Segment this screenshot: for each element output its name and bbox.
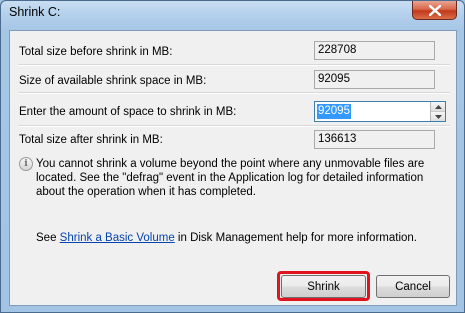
- info-icon: i: [19, 157, 33, 171]
- shrink-amount-input[interactable]: 92095: [317, 104, 351, 119]
- spin-up-button[interactable]: [431, 102, 445, 112]
- help-suffix: in Disk Management help for more informa…: [174, 232, 417, 244]
- shrink-amount-label: Enter the amount of space to shrink in M…: [19, 106, 237, 118]
- spin-down-button[interactable]: [431, 112, 445, 121]
- window-title: Shrink C:: [9, 5, 61, 19]
- cancel-button[interactable]: Cancel: [376, 275, 450, 298]
- dialog-client-area: Total size before shrink in MB: 228708 S…: [9, 30, 457, 306]
- shrink-amount-spinner[interactable]: 92095: [314, 101, 446, 122]
- available-shrink-value: 92095: [314, 70, 435, 89]
- info-message: You cannot shrink a volume beyond the po…: [36, 158, 425, 198]
- total-after-value: 136613: [314, 130, 435, 149]
- spinner-buttons: [430, 102, 445, 121]
- total-size-value: 228708: [314, 41, 435, 60]
- total-after-label: Total size after shrink in MB:: [19, 134, 163, 146]
- dialog-window: Shrink C: Total size before shrink in MB…: [0, 0, 465, 313]
- arrow-up-icon: [434, 104, 442, 109]
- arrow-down-icon: [434, 114, 442, 119]
- available-shrink-label: Size of available shrink space in MB:: [19, 75, 207, 87]
- shrink-button[interactable]: Shrink: [281, 275, 366, 298]
- close-icon: [428, 4, 441, 16]
- total-size-label: Total size before shrink in MB:: [19, 46, 173, 58]
- divider: [18, 64, 450, 66]
- divider: [18, 92, 450, 94]
- divider: [18, 125, 450, 127]
- help-text: See Shrink a Basic Volume in Disk Manage…: [36, 232, 417, 244]
- close-button[interactable]: [412, 1, 457, 20]
- help-link[interactable]: Shrink a Basic Volume: [60, 232, 175, 244]
- help-prefix: See: [36, 232, 60, 244]
